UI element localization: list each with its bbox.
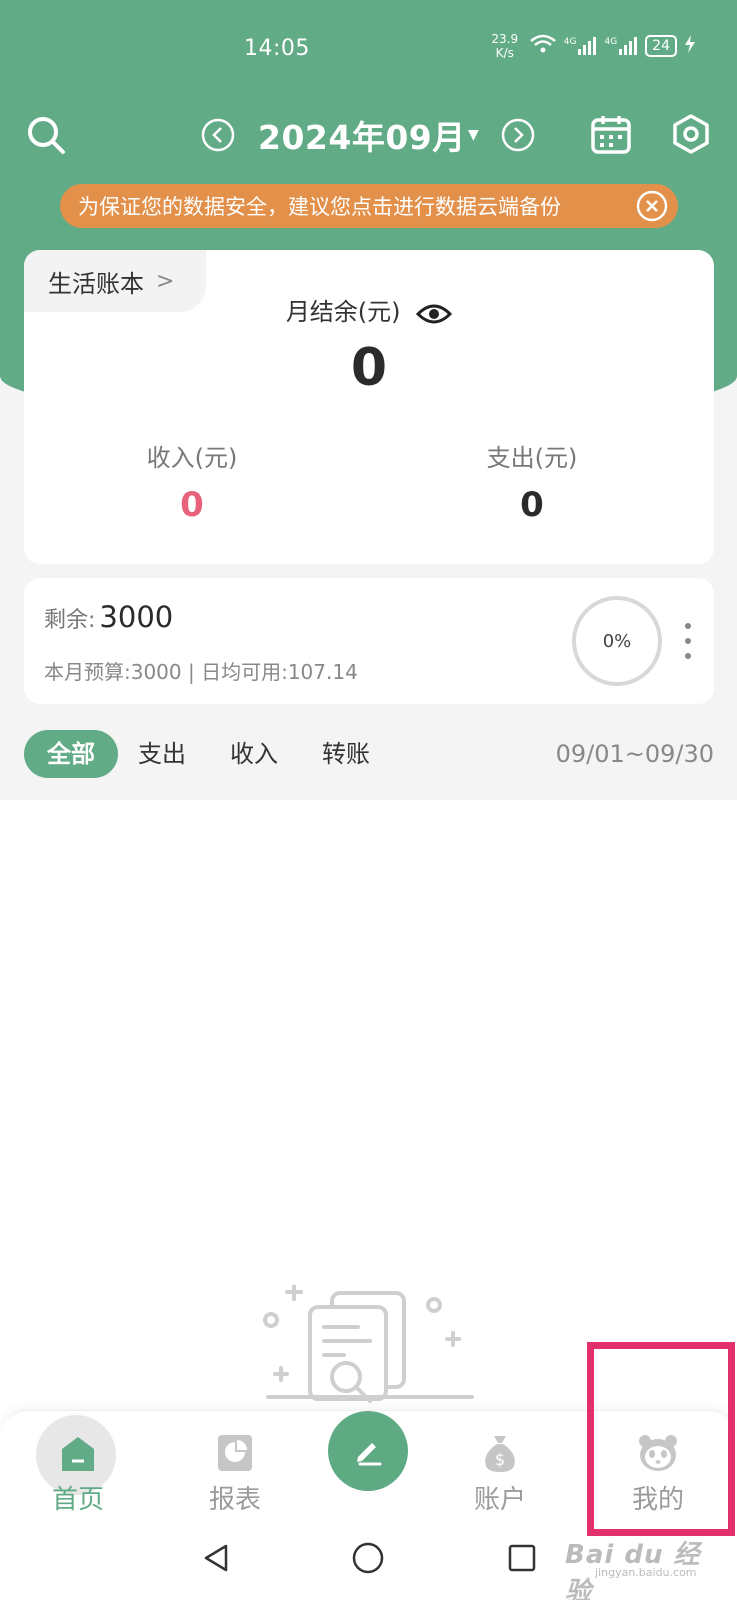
status-indicators: 23.9 K/s 4G 4G 24 xyxy=(488,32,695,60)
svg-text:$: $ xyxy=(495,1450,505,1469)
signal-bars-icon xyxy=(619,37,638,55)
wifi-icon xyxy=(529,34,556,58)
signal-2: 4G xyxy=(604,37,638,55)
network-type-1: 4G xyxy=(563,37,577,47)
expense-column: 支出(元) 0 xyxy=(382,438,682,525)
balance-label-row: 月结余(元) xyxy=(24,292,714,332)
budget-detail: 本月预算:3000 | 日均可用:107.14 xyxy=(44,660,358,684)
close-icon[interactable] xyxy=(636,190,668,222)
expense-value: 0 xyxy=(520,485,544,525)
watermark: Bai du 经验 jingyan.baidu.com xyxy=(565,1534,725,1600)
eye-icon[interactable] xyxy=(416,302,453,332)
home-circle-icon[interactable] xyxy=(348,1538,388,1578)
dropdown-caret-icon[interactable]: ▼ xyxy=(468,127,479,143)
budget-card[interactable]: 剩余: 3000 本月预算:3000 | 日均可用:107.14 0% xyxy=(24,578,714,704)
highlight-frame xyxy=(587,1342,735,1536)
expense-label: 支出(元) xyxy=(486,444,578,472)
charging-icon xyxy=(685,35,695,57)
month-title[interactable]: 2024年09月 xyxy=(258,111,466,159)
add-record-button[interactable] xyxy=(328,1411,408,1491)
recents-icon[interactable] xyxy=(502,1538,542,1578)
top-navigation: 2024年09月 ▼ xyxy=(0,105,737,165)
report-icon xyxy=(211,1429,259,1477)
remain-row: 剩余: 3000 xyxy=(44,600,173,634)
income-label: 收入(元) xyxy=(146,444,238,472)
backup-banner-text: 为保证您的数据安全，建议您点击进行数据云端备份 xyxy=(78,195,561,219)
status-time: 14:05 xyxy=(244,36,310,61)
more-options-icon[interactable] xyxy=(682,623,694,659)
next-month-icon[interactable] xyxy=(500,117,536,153)
pencil-icon xyxy=(357,1443,382,1466)
tab-transfer[interactable]: 转账 xyxy=(322,730,370,778)
balance-label: 月结余(元) xyxy=(285,298,401,326)
budget-progress-ring: 0% xyxy=(572,596,662,686)
search-icon[interactable] xyxy=(24,113,68,157)
tab-expense[interactable]: 支出 xyxy=(138,730,186,778)
network-type-2: 4G xyxy=(604,37,618,47)
nav-report-label: 报表 xyxy=(208,1485,261,1515)
date-range[interactable]: 09/01~09/30 xyxy=(556,730,714,778)
status-bar: 14:05 23.9 K/s 4G 4G 24 xyxy=(0,0,737,80)
tab-income[interactable]: 收入 xyxy=(230,730,278,778)
income-value: 0 xyxy=(180,485,204,525)
income-column: 收入(元) 0 xyxy=(42,438,342,525)
watermark-sub: jingyan.baidu.com xyxy=(595,1566,697,1579)
backup-banner[interactable]: 为保证您的数据安全，建议您点击进行数据云端备份 xyxy=(60,184,678,228)
network-speed-value: 23.9 xyxy=(491,32,519,46)
tab-all[interactable]: 全部 xyxy=(24,730,118,778)
remain-label: 剩余: xyxy=(44,608,96,633)
remain-value: 3000 xyxy=(99,600,174,634)
balance-value: 0 xyxy=(350,338,388,398)
home-icon xyxy=(54,1429,102,1477)
battery-indicator: 24 xyxy=(645,35,677,57)
signal-bars-icon xyxy=(578,37,597,55)
nav-home-label: 首页 xyxy=(51,1485,104,1515)
nav-account-label: 账户 xyxy=(473,1485,526,1515)
nav-home[interactable]: 首页 xyxy=(18,1411,138,1521)
signal-1: 4G xyxy=(564,37,597,55)
prev-month-icon[interactable] xyxy=(200,117,236,153)
money-bag-icon: $ xyxy=(476,1429,524,1477)
budget-percent: 0% xyxy=(602,630,632,652)
back-icon[interactable] xyxy=(196,1538,236,1578)
network-speed-unit: K/s xyxy=(495,46,514,60)
summary-card: 生活账本 > 月结余(元) 0 收入(元) 0 支出(元) 0 xyxy=(24,250,714,564)
nav-report[interactable]: 报表 xyxy=(175,1411,295,1521)
settings-icon[interactable] xyxy=(668,111,714,157)
nav-account[interactable]: $ 账户 xyxy=(440,1411,560,1521)
calendar-icon[interactable] xyxy=(588,111,634,157)
filter-tabs: 全部 支出 收入 转账 09/01~09/30 xyxy=(24,730,714,778)
chevron-right-icon: > xyxy=(156,268,175,294)
empty-state-illustration xyxy=(260,1283,480,1405)
network-speed: 23.9 K/s xyxy=(488,32,522,60)
